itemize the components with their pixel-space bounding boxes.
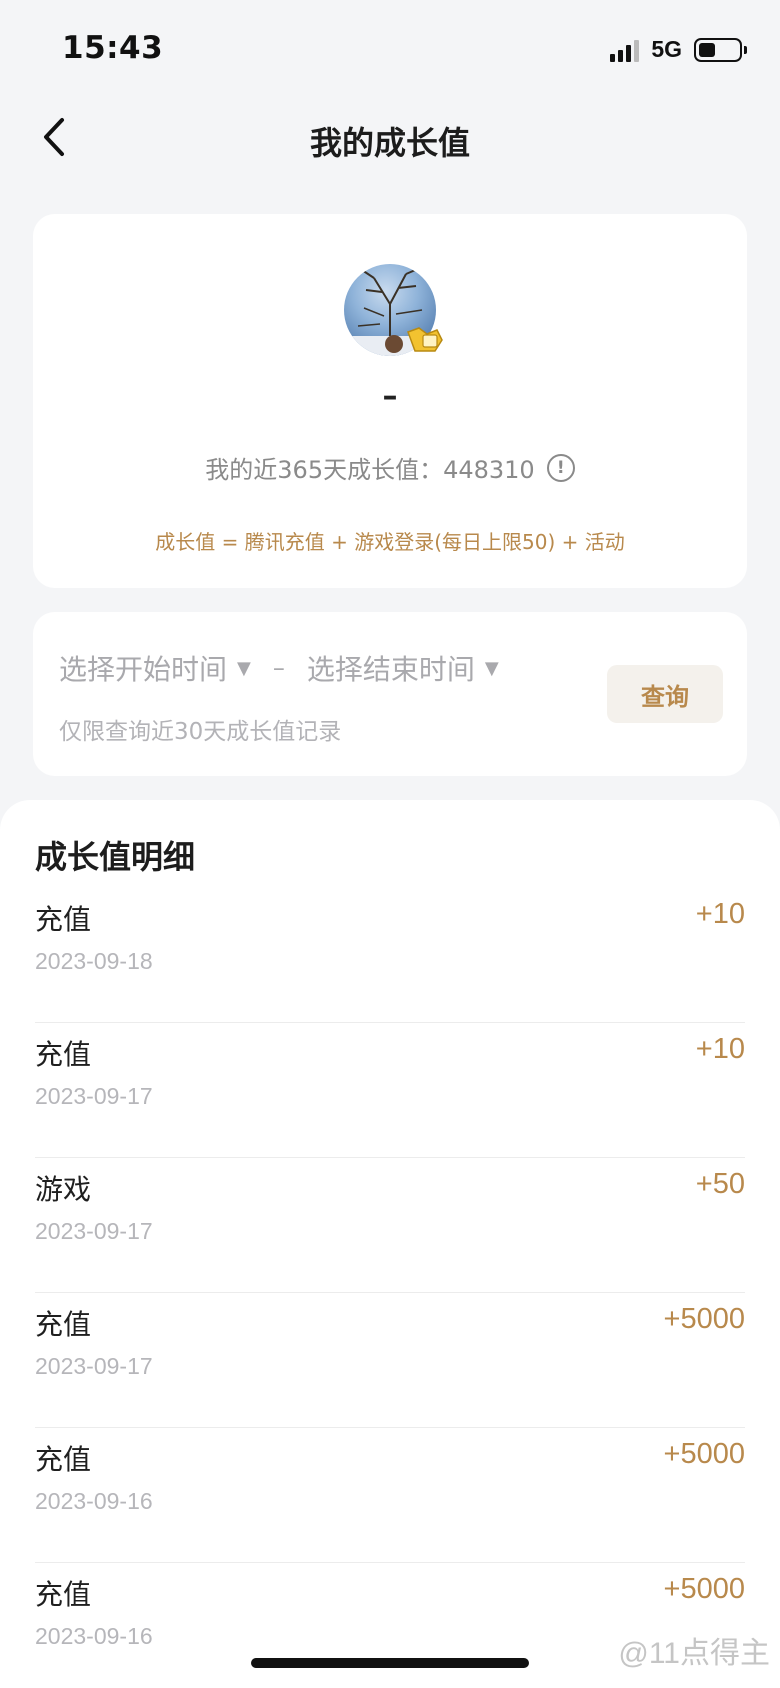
query-range-hint: 仅限查询近30天成长值记录	[59, 719, 342, 745]
end-date-picker[interactable]: 选择结束时间 ▼	[307, 648, 499, 688]
record-date: 2023-09-17	[35, 1353, 153, 1379]
list-item: 充值 2023-09-18 +10	[35, 888, 745, 1023]
status-bar: 15:43 5G	[0, 0, 780, 100]
username: –	[382, 379, 398, 414]
record-value: +10	[695, 1033, 745, 1065]
status-time: 15:43	[62, 30, 164, 66]
record-type: 游戏	[35, 1173, 92, 1206]
record-type: 充值	[35, 1038, 92, 1071]
record-value: +5000	[663, 1303, 745, 1335]
network-label: 5G	[651, 36, 682, 62]
filter-card: 选择开始时间 ▼ – 选择结束时间 ▼ 仅限查询近30天成长值记录 查询	[33, 612, 747, 776]
record-type: 充值	[35, 1578, 92, 1611]
home-indicator	[251, 1658, 529, 1668]
record-value: +5000	[663, 1573, 745, 1605]
record-value: +10	[695, 898, 745, 930]
end-date-label: 选择结束时间	[306, 653, 475, 686]
growth-value-line: 我的近365天成长值：448310 !	[33, 450, 747, 485]
detail-title: 成长值明细	[35, 838, 196, 876]
growth-value-text: 我的近365天成长值：448310	[205, 456, 535, 484]
start-date-label: 选择开始时间	[59, 653, 228, 686]
record-value: +50	[695, 1168, 745, 1200]
record-value: +5000	[663, 1438, 745, 1470]
query-button[interactable]: 查询	[607, 665, 723, 723]
record-date: 2023-09-18	[35, 948, 153, 974]
profile-card: – 我的近365天成长值：448310 ! 成长值 = 腾讯充值 + 游戏登录(…	[33, 214, 747, 588]
record-type: 充值	[35, 903, 92, 936]
watermark: @11点得主	[618, 1637, 770, 1670]
growth-detail-sheet: 成长值明细 充值 2023-09-18 +10 充值 2023-09-17 +1…	[0, 800, 780, 1688]
page-title: 我的成长值	[309, 124, 470, 162]
date-range-row: 选择开始时间 ▼ – 选择结束时间 ▼	[59, 648, 499, 688]
nav-bar: 我的成长值	[0, 100, 780, 176]
list-item: 充值 2023-09-17 +5000	[35, 1293, 745, 1428]
status-indicators: 5G	[610, 36, 747, 63]
record-type: 充值	[35, 1308, 92, 1341]
record-list: 充值 2023-09-18 +10 充值 2023-09-17 +10 游戏 2…	[35, 888, 745, 1688]
record-date: 2023-09-16	[35, 1488, 153, 1514]
growth-formula: 成长值 = 腾讯充值 + 游戏登录(每日上限50) + 活动	[155, 530, 625, 554]
list-item: 充值 2023-09-17 +10	[35, 1023, 745, 1158]
info-icon[interactable]: !	[546, 453, 575, 482]
record-date: 2023-09-16	[35, 1623, 153, 1649]
battery-icon	[694, 37, 747, 62]
start-date-picker[interactable]: 选择开始时间 ▼	[59, 648, 251, 688]
caret-down-icon: ▼	[237, 657, 251, 679]
date-separator: –	[272, 654, 285, 682]
record-date: 2023-09-17	[35, 1218, 153, 1244]
list-item: 充值 2023-09-16 +5000	[35, 1428, 745, 1563]
record-date: 2023-09-17	[35, 1083, 153, 1109]
vip-badge-icon	[405, 324, 445, 354]
signal-icon	[610, 38, 640, 62]
record-type: 充值	[35, 1443, 92, 1476]
list-item: 游戏 2023-09-17 +50	[35, 1158, 745, 1293]
caret-down-icon: ▼	[484, 657, 499, 679]
